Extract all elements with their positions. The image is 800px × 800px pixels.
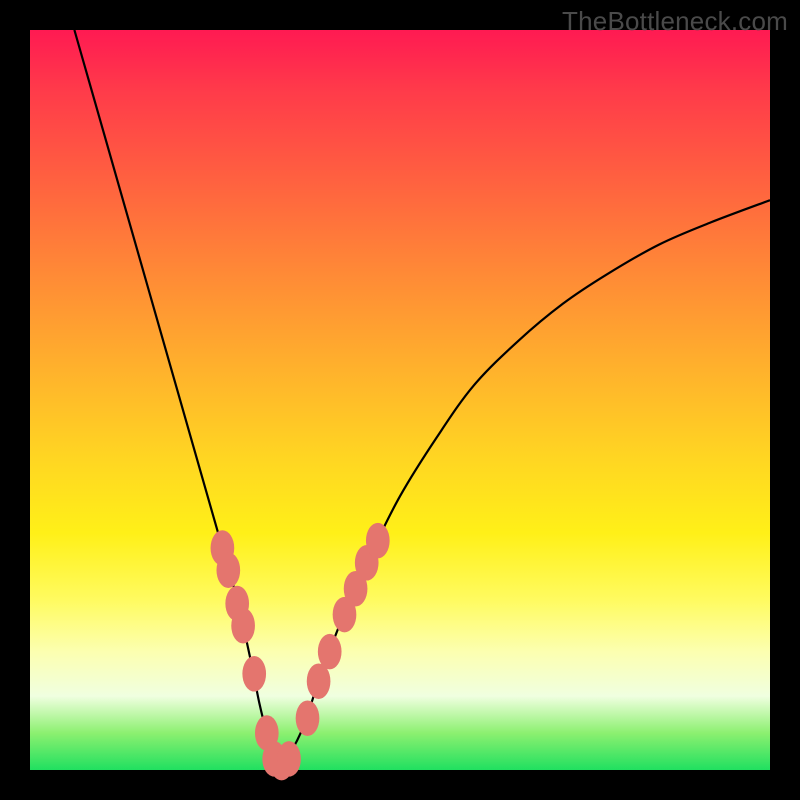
bottleneck-curve [74, 30, 770, 763]
curve-marker [318, 634, 342, 670]
curve-svg [30, 30, 770, 770]
plot-area [30, 30, 770, 770]
curve-marker [231, 608, 255, 644]
curve-marker [366, 523, 390, 559]
curve-marker [296, 700, 320, 736]
curve-marker [242, 656, 266, 692]
curve-marker [277, 741, 301, 777]
curve-marker [216, 552, 240, 588]
watermark-text: TheBottleneck.com [562, 6, 788, 37]
curve-markers [211, 523, 390, 781]
outer-frame: TheBottleneck.com [0, 0, 800, 800]
